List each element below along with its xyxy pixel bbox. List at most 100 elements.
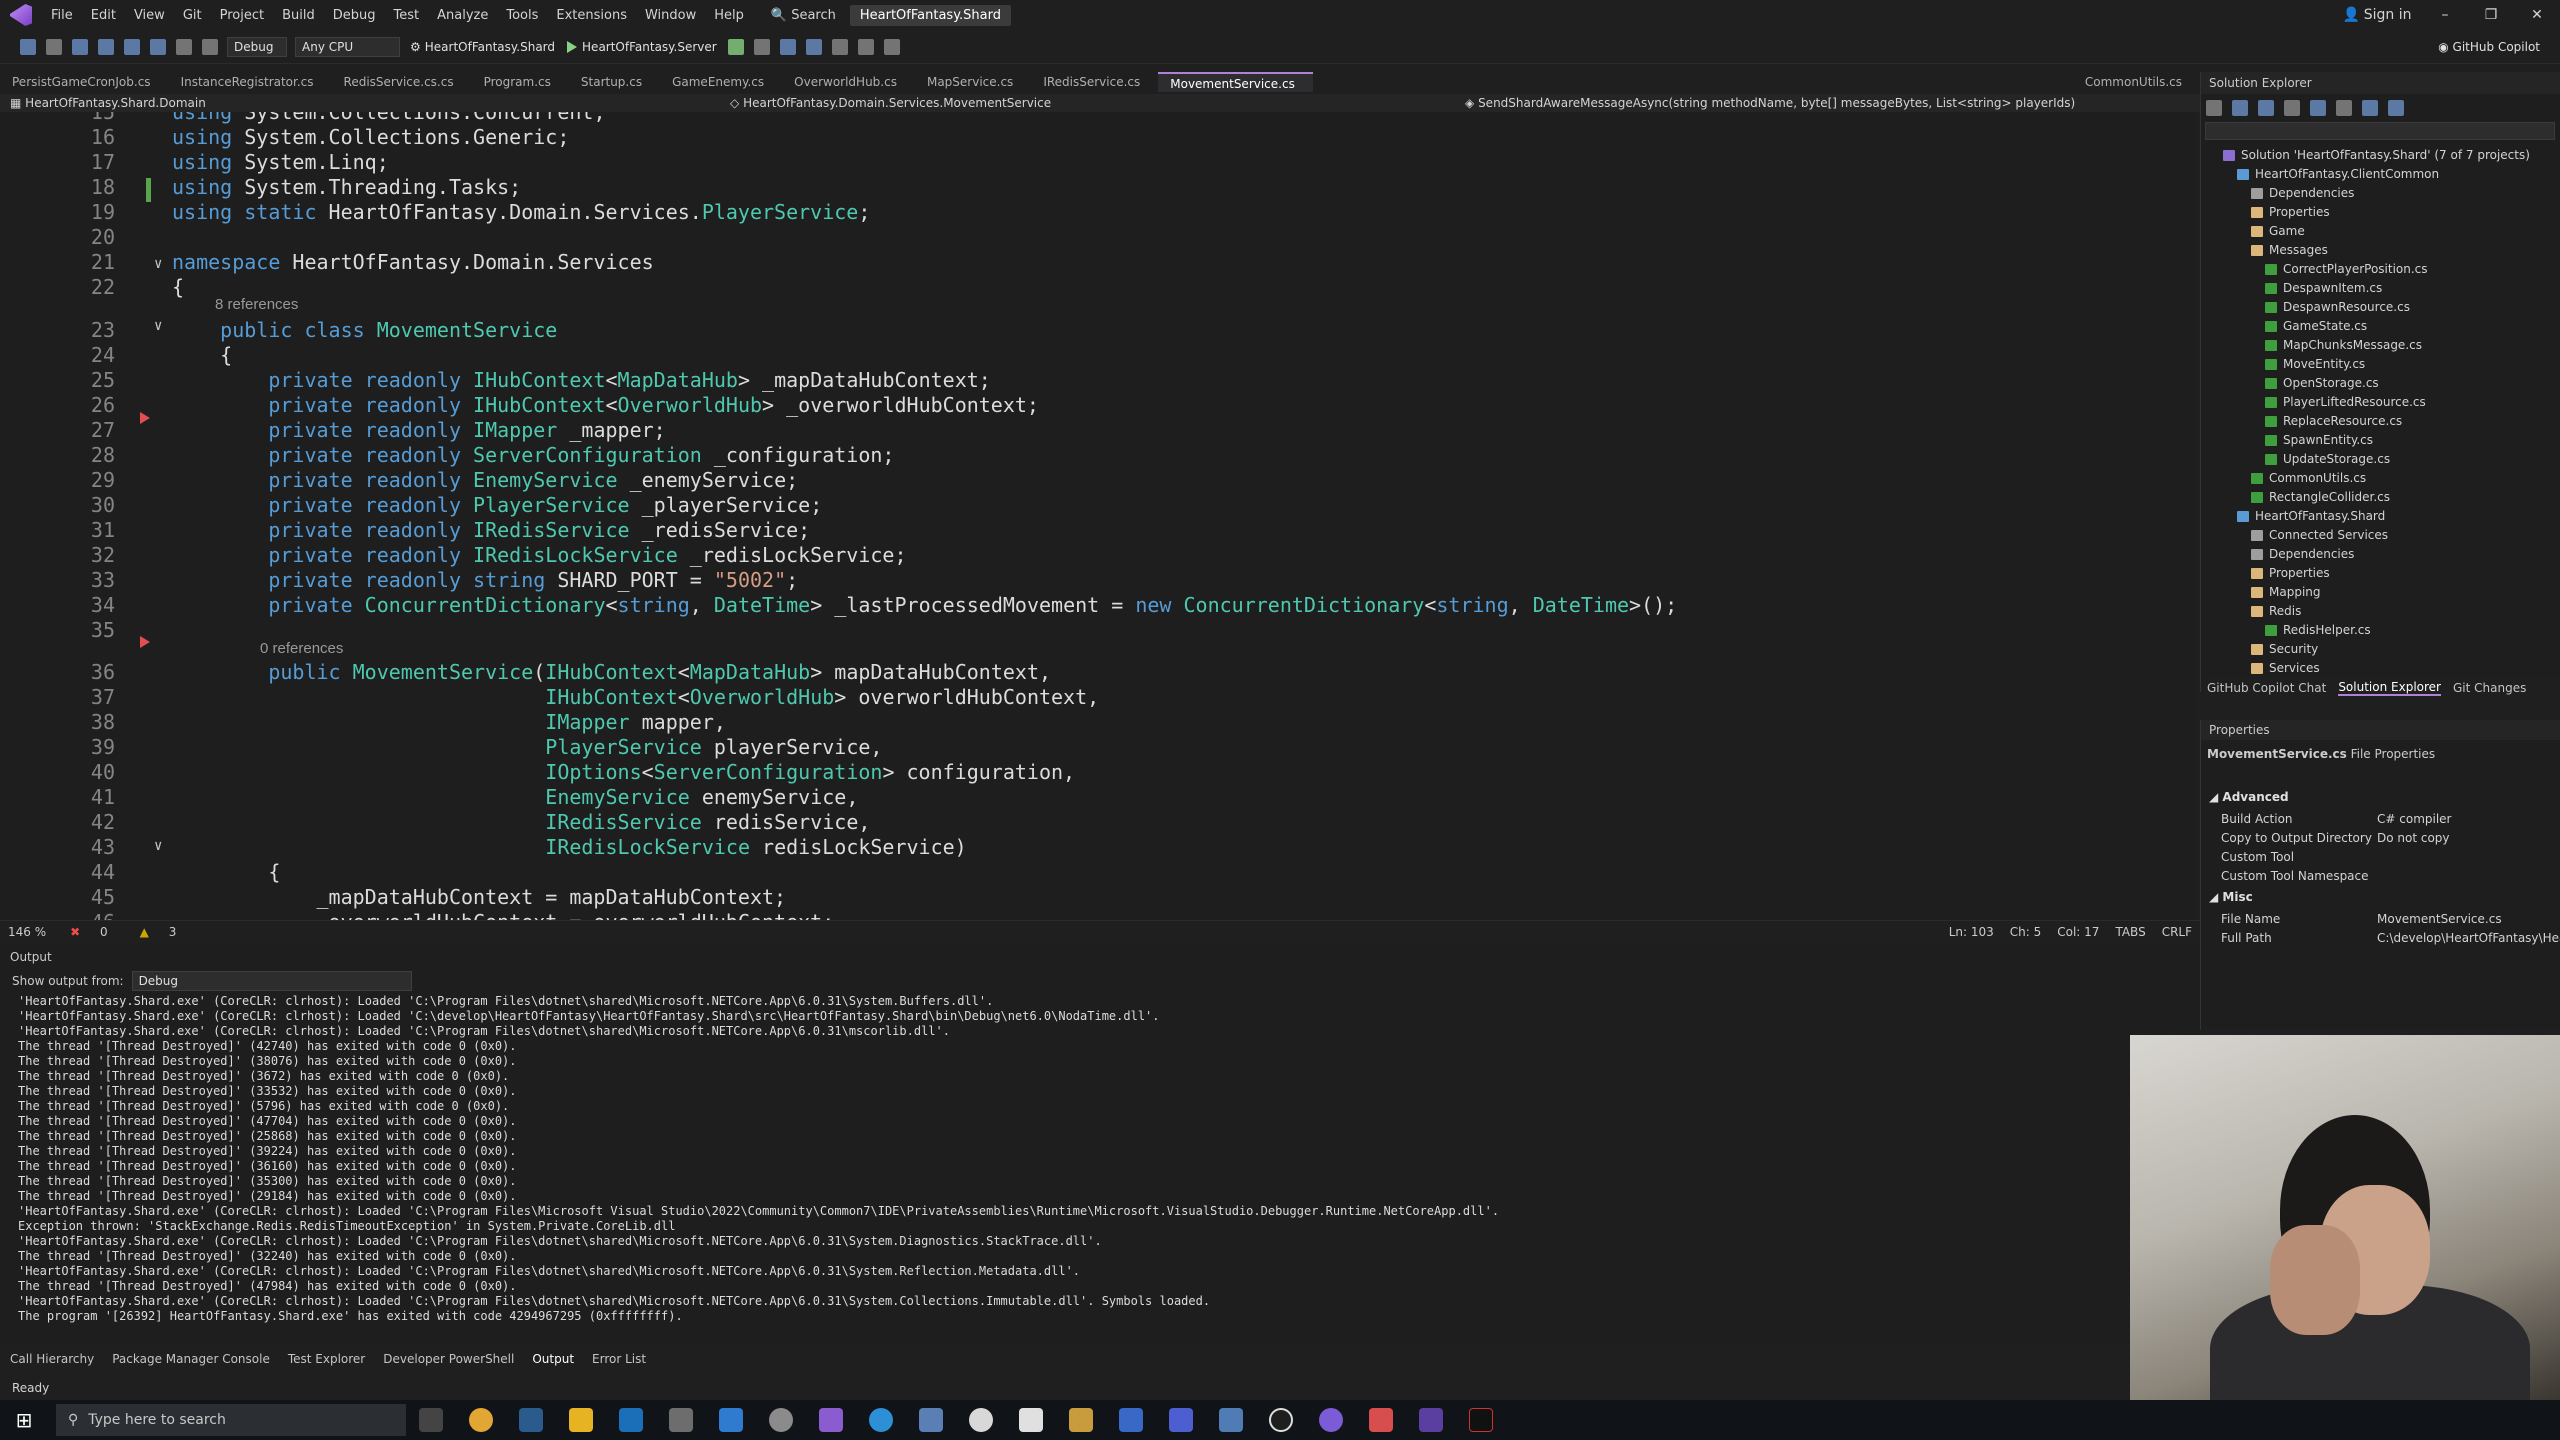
menu-item[interactable]: Debug — [333, 8, 376, 23]
document-tab[interactable]: Startup.cs — [569, 72, 660, 92]
pending-changes-icon[interactable] — [2284, 100, 2300, 116]
solution-tree-item[interactable]: Messages — [2251, 241, 2328, 260]
document-tab[interactable]: IRedisService.cs — [1031, 72, 1158, 92]
solution-tree-item[interactable]: DespawnItem.cs — [2265, 279, 2382, 298]
solution-tree-item[interactable]: PlayerLiftedResource.cs — [2265, 393, 2426, 412]
solution-tree-item[interactable]: SpawnEntity.cs — [2265, 431, 2373, 450]
bottom-tab[interactable]: Package Manager Console — [112, 1352, 270, 1366]
bottom-tab[interactable]: Call Hierarchy — [10, 1352, 94, 1366]
menu-item[interactable]: View — [134, 8, 165, 23]
platform-select[interactable]: Any CPU — [295, 36, 400, 57]
property-value[interactable]: MovementService.cs — [2377, 910, 2560, 929]
task-view-icon[interactable] — [419, 1408, 443, 1432]
properties-category-advanced[interactable]: ◢ Advanced — [2209, 790, 2289, 804]
codelens-references[interactable]: 8 references — [215, 296, 298, 313]
breakpoint-marker-icon[interactable] — [140, 636, 150, 648]
app-icon[interactable] — [1169, 1408, 1193, 1432]
property-row[interactable]: File Name MovementService.cs — [2201, 910, 2560, 929]
property-value[interactable]: Do not copy — [2377, 829, 2560, 848]
indent-mode[interactable]: TABS — [2115, 925, 2145, 939]
solution-tree-item[interactable]: DespawnResource.cs — [2265, 298, 2410, 317]
back-icon[interactable] — [20, 38, 36, 55]
properties-category-misc[interactable]: ◢ Misc — [2209, 890, 2253, 904]
property-row[interactable]: Copy to Output Directory Do not copy — [2201, 829, 2560, 848]
output-source-select[interactable]: Debug — [131, 971, 412, 991]
chrome-icon[interactable] — [469, 1408, 493, 1432]
vscode-icon[interactable] — [719, 1408, 743, 1432]
app-icon[interactable] — [1069, 1408, 1093, 1432]
bottom-tab[interactable]: Developer PowerShell — [383, 1352, 514, 1366]
fold-chevron-icon[interactable]: ∨ — [154, 256, 162, 272]
menu-item[interactable]: Tools — [506, 8, 538, 23]
collapse-all-icon[interactable] — [2336, 100, 2352, 116]
fold-chevron-icon[interactable]: ∨ — [154, 318, 162, 334]
document-tab[interactable]: GameEnemy.cs — [660, 72, 782, 92]
github-copilot-button[interactable]: ◉ GitHub Copilot — [2438, 40, 2540, 54]
minimize-icon[interactable]: – — [2422, 7, 2468, 23]
solution-tree-item[interactable]: Services — [2251, 659, 2320, 678]
menu-item[interactable]: Test — [394, 8, 420, 23]
solution-tree-item[interactable]: Redis — [2251, 602, 2301, 621]
taskbar-search[interactable]: ⚲ Type here to search — [56, 1404, 406, 1436]
comment-icon[interactable] — [857, 38, 874, 55]
panel-tab[interactable]: Git Changes — [2453, 681, 2526, 695]
menu-item[interactable]: Analyze — [437, 8, 488, 23]
solution-tree-item[interactable]: CommonUtils.cs — [2251, 469, 2366, 488]
project-dropdown[interactable]: ▦ HeartOfFantasy.Shard.Domain — [0, 96, 720, 110]
edge-icon[interactable] — [869, 1408, 893, 1432]
configuration-select[interactable]: Debug — [227, 36, 287, 57]
new-item-icon[interactable] — [72, 38, 88, 55]
menu-item[interactable]: Build — [282, 8, 315, 23]
document-tab[interactable]: RedisService.cs.cs — [332, 72, 472, 92]
app-icon[interactable] — [1469, 1408, 1493, 1432]
undo-icon[interactable] — [176, 38, 192, 55]
file-explorer-icon[interactable] — [569, 1408, 593, 1432]
code-editor[interactable]: 8 references 0 references ∨ ∨ ∨ 15 using … — [0, 112, 2196, 920]
warning-count[interactable]: ▲ 3 — [132, 925, 185, 939]
solution-tree-item[interactable]: MapChunksMessage.cs — [2265, 336, 2422, 355]
codelens-references[interactable]: 0 references — [260, 640, 343, 657]
home-icon[interactable] — [2232, 100, 2248, 116]
document-tab[interactable]: OverworldHub.cs — [782, 72, 915, 92]
panel-tab[interactable]: GitHub Copilot Chat — [2207, 681, 2326, 695]
property-row[interactable]: Custom Tool Namespace — [2201, 867, 2560, 886]
steam-icon[interactable] — [519, 1408, 543, 1432]
solution-tree-item[interactable]: RectangleCollider.cs — [2251, 488, 2390, 507]
redo-icon[interactable] — [202, 38, 218, 55]
start-debugging-button[interactable]: HeartOfFantasy.Server — [567, 40, 717, 54]
document-tab[interactable]: InstanceRegistrator.cs — [169, 72, 332, 92]
line-ending[interactable]: CRLF — [2162, 925, 2192, 939]
solution-tree-item[interactable]: GameState.cs — [2265, 317, 2367, 336]
app-icon[interactable] — [1219, 1408, 1243, 1432]
solution-tree-item[interactable]: OpenStorage.cs — [2265, 374, 2379, 393]
app-icon[interactable] — [1019, 1408, 1043, 1432]
app-icon[interactable] — [1369, 1408, 1393, 1432]
back-icon[interactable] — [2206, 100, 2222, 116]
solution-tree-item[interactable]: Mapping — [2251, 583, 2321, 602]
start-icon[interactable]: ⊞ — [0, 1408, 48, 1432]
menu-item[interactable]: Edit — [91, 8, 116, 23]
sync-icon[interactable] — [2310, 100, 2326, 116]
forward-icon[interactable] — [46, 38, 62, 55]
solution-tree-item[interactable]: Properties — [2251, 203, 2330, 222]
app-icon[interactable] — [969, 1408, 993, 1432]
menu-item[interactable]: Window — [645, 8, 696, 23]
solution-tree-item[interactable]: MoveEntity.cs — [2265, 355, 2365, 374]
startup-project-select[interactable]: ⚙ HeartOfFantasy.Shard — [410, 40, 555, 54]
solution-tree-item[interactable]: Game — [2251, 222, 2305, 241]
app-icon[interactable] — [919, 1408, 943, 1432]
menu-item[interactable]: Extensions — [556, 8, 627, 23]
hot-reload-icon[interactable] — [805, 38, 822, 55]
restore-icon[interactable]: ❐ — [2468, 7, 2514, 23]
property-value[interactable]: C# compiler — [2377, 810, 2560, 829]
properties-icon[interactable] — [2388, 100, 2404, 116]
menu-item[interactable]: Project — [220, 8, 264, 23]
app-icon[interactable] — [1419, 1408, 1443, 1432]
app-icon[interactable] — [1269, 1408, 1293, 1432]
visual-studio-icon[interactable] — [819, 1408, 843, 1432]
property-row[interactable]: Full Path C:\develop\HeartOfFantasy\Hear — [2201, 929, 2560, 948]
signin-button[interactable]: 👤 Sign in — [2332, 7, 2422, 23]
show-all-files-icon[interactable] — [2362, 100, 2378, 116]
app-icon[interactable] — [769, 1408, 793, 1432]
property-row[interactable]: Custom Tool — [2201, 848, 2560, 867]
